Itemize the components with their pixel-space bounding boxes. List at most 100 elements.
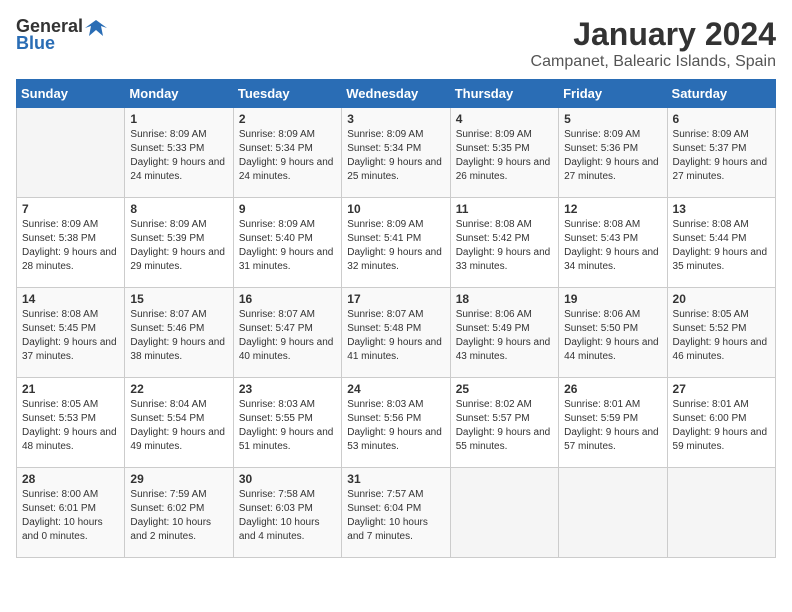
cell-content: Sunrise: 8:05 AMSunset: 5:53 PMDaylight:… [22, 398, 119, 454]
day-number: 13 [673, 202, 770, 216]
day-number: 4 [456, 112, 553, 126]
day-number: 18 [456, 292, 553, 306]
cell-content: Sunrise: 8:09 AMSunset: 5:41 PMDaylight:… [347, 218, 444, 274]
cell-content: Sunrise: 8:09 AMSunset: 5:39 PMDaylight:… [130, 218, 227, 274]
calendar-cell: 12Sunrise: 8:08 AMSunset: 5:43 PMDayligh… [559, 198, 667, 288]
day-number: 28 [22, 472, 119, 486]
cell-content: Sunrise: 8:03 AMSunset: 5:55 PMDaylight:… [239, 398, 336, 454]
cell-content: Sunrise: 7:59 AMSunset: 6:02 PMDaylight:… [130, 488, 227, 544]
day-number: 22 [130, 382, 227, 396]
day-number: 6 [673, 112, 770, 126]
calendar-cell: 14Sunrise: 8:08 AMSunset: 5:45 PMDayligh… [17, 288, 125, 378]
week-row-4: 21 Sunrise: 8:05 AMSunset: 5:53 PMDayligh… [17, 378, 776, 468]
logo-blue: Blue [16, 33, 55, 54]
logo-bird-icon [85, 18, 107, 36]
day-number: 29 [130, 472, 227, 486]
day-number: 16 [239, 292, 336, 306]
calendar-cell [559, 468, 667, 558]
cell-content: Sunrise: 8:03 AMSunset: 5:56 PMDaylight:… [347, 398, 444, 454]
month-title: January 2024 [531, 16, 776, 53]
cell-content: Sunrise: 8:09 AMSunset: 5:36 PMDaylight:… [564, 128, 661, 184]
calendar-cell: 8 Sunrise: 8:09 AMSunset: 5:39 PMDaylight… [125, 198, 233, 288]
weekday-header-saturday: Saturday [667, 80, 775, 108]
day-number: 5 [564, 112, 661, 126]
day-number: 25 [456, 382, 553, 396]
calendar-cell: 1 Sunrise: 8:09 AMSunset: 5:33 PMDaylight… [125, 108, 233, 198]
calendar-cell: 18 Sunrise: 8:06 AMSunset: 5:49 PMDayligh… [450, 288, 558, 378]
day-number: 21 [22, 382, 119, 396]
calendar-cell: 13 Sunrise: 8:08 AMSunset: 5:44 PMDayligh… [667, 198, 775, 288]
cell-content: Sunrise: 8:08 AMSunset: 5:43 PMDaylight:… [564, 218, 661, 274]
day-number: 11 [456, 202, 553, 216]
calendar-cell: 11 Sunrise: 8:08 AMSunset: 5:42 PMDayligh… [450, 198, 558, 288]
day-number: 26 [564, 382, 661, 396]
cell-content: Sunrise: 8:07 AMSunset: 5:48 PMDaylight:… [347, 308, 444, 364]
day-number: 17 [347, 292, 444, 306]
day-number: 30 [239, 472, 336, 486]
cell-content: Sunrise: 8:06 AMSunset: 5:50 PMDaylight:… [564, 308, 661, 364]
weekday-header-friday: Friday [559, 80, 667, 108]
cell-content: Sunrise: 8:00 AMSunset: 6:01 PMDaylight:… [22, 488, 119, 544]
title-area: January 2024 Campanet, Balearic Islands,… [531, 16, 776, 71]
day-number: 31 [347, 472, 444, 486]
day-number: 14 [22, 292, 119, 306]
calendar-cell: 15 Sunrise: 8:07 AMSunset: 5:46 PMDayligh… [125, 288, 233, 378]
calendar-cell: 2Sunrise: 8:09 AMSunset: 5:34 PMDaylight… [233, 108, 341, 198]
week-row-3: 14Sunrise: 8:08 AMSunset: 5:45 PMDayligh… [17, 288, 776, 378]
calendar-cell [450, 468, 558, 558]
day-number: 1 [130, 112, 227, 126]
day-number: 27 [673, 382, 770, 396]
cell-content: Sunrise: 7:57 AMSunset: 6:04 PMDaylight:… [347, 488, 444, 544]
calendar-cell: 17 Sunrise: 8:07 AMSunset: 5:48 PMDayligh… [342, 288, 450, 378]
day-number: 24 [347, 382, 444, 396]
day-number: 2 [239, 112, 336, 126]
calendar-cell: 19 Sunrise: 8:06 AMSunset: 5:50 PMDayligh… [559, 288, 667, 378]
day-number: 23 [239, 382, 336, 396]
weekday-header-wednesday: Wednesday [342, 80, 450, 108]
calendar-cell: 5 Sunrise: 8:09 AMSunset: 5:36 PMDaylight… [559, 108, 667, 198]
calendar-cell: 10 Sunrise: 8:09 AMSunset: 5:41 PMDayligh… [342, 198, 450, 288]
calendar-cell: 7Sunrise: 8:09 AMSunset: 5:38 PMDaylight… [17, 198, 125, 288]
calendar-cell: 4 Sunrise: 8:09 AMSunset: 5:35 PMDaylight… [450, 108, 558, 198]
page-header: General Blue January 2024 Campanet, Bale… [16, 16, 776, 71]
calendar-cell: 9Sunrise: 8:09 AMSunset: 5:40 PMDaylight… [233, 198, 341, 288]
cell-content: Sunrise: 8:09 AMSunset: 5:34 PMDaylight:… [347, 128, 444, 184]
week-row-2: 7Sunrise: 8:09 AMSunset: 5:38 PMDaylight… [17, 198, 776, 288]
day-number: 19 [564, 292, 661, 306]
cell-content: Sunrise: 8:07 AMSunset: 5:47 PMDaylight:… [239, 308, 336, 364]
calendar-cell: 26 Sunrise: 8:01 AMSunset: 5:59 PMDayligh… [559, 378, 667, 468]
calendar-cell: 24 Sunrise: 8:03 AMSunset: 5:56 PMDayligh… [342, 378, 450, 468]
calendar-cell: 31 Sunrise: 7:57 AMSunset: 6:04 PMDayligh… [342, 468, 450, 558]
weekday-header-row: SundayMondayTuesdayWednesdayThursdayFrid… [17, 80, 776, 108]
cell-content: Sunrise: 8:08 AMSunset: 5:42 PMDaylight:… [456, 218, 553, 274]
day-number: 7 [22, 202, 119, 216]
week-row-5: 28 Sunrise: 8:00 AMSunset: 6:01 PMDayligh… [17, 468, 776, 558]
calendar-cell [667, 468, 775, 558]
cell-content: Sunrise: 8:06 AMSunset: 5:49 PMDaylight:… [456, 308, 553, 364]
cell-content: Sunrise: 7:58 AMSunset: 6:03 PMDaylight:… [239, 488, 336, 544]
weekday-header-monday: Monday [125, 80, 233, 108]
cell-content: Sunrise: 8:09 AMSunset: 5:33 PMDaylight:… [130, 128, 227, 184]
weekday-header-sunday: Sunday [17, 80, 125, 108]
cell-content: Sunrise: 8:04 AMSunset: 5:54 PMDaylight:… [130, 398, 227, 454]
cell-content: Sunrise: 8:07 AMSunset: 5:46 PMDaylight:… [130, 308, 227, 364]
location-subtitle: Campanet, Balearic Islands, Spain [531, 53, 776, 71]
weekday-header-tuesday: Tuesday [233, 80, 341, 108]
cell-content: Sunrise: 8:08 AMSunset: 5:44 PMDaylight:… [673, 218, 770, 274]
calendar-cell: 6 Sunrise: 8:09 AMSunset: 5:37 PMDaylight… [667, 108, 775, 198]
calendar-cell: 28 Sunrise: 8:00 AMSunset: 6:01 PMDayligh… [17, 468, 125, 558]
calendar-cell: 27Sunrise: 8:01 AMSunset: 6:00 PMDayligh… [667, 378, 775, 468]
calendar-cell: 16 Sunrise: 8:07 AMSunset: 5:47 PMDayligh… [233, 288, 341, 378]
day-number: 10 [347, 202, 444, 216]
cell-content: Sunrise: 8:02 AMSunset: 5:57 PMDaylight:… [456, 398, 553, 454]
day-number: 3 [347, 112, 444, 126]
cell-content: Sunrise: 8:01 AMSunset: 5:59 PMDaylight:… [564, 398, 661, 454]
week-row-1: 1 Sunrise: 8:09 AMSunset: 5:33 PMDaylight… [17, 108, 776, 198]
calendar-cell: 23 Sunrise: 8:03 AMSunset: 5:55 PMDayligh… [233, 378, 341, 468]
day-number: 15 [130, 292, 227, 306]
calendar-cell: 30 Sunrise: 7:58 AMSunset: 6:03 PMDayligh… [233, 468, 341, 558]
cell-content: Sunrise: 8:09 AMSunset: 5:35 PMDaylight:… [456, 128, 553, 184]
cell-content: Sunrise: 8:09 AMSunset: 5:37 PMDaylight:… [673, 128, 770, 184]
cell-content: Sunrise: 8:05 AMSunset: 5:52 PMDaylight:… [673, 308, 770, 364]
day-number: 8 [130, 202, 227, 216]
